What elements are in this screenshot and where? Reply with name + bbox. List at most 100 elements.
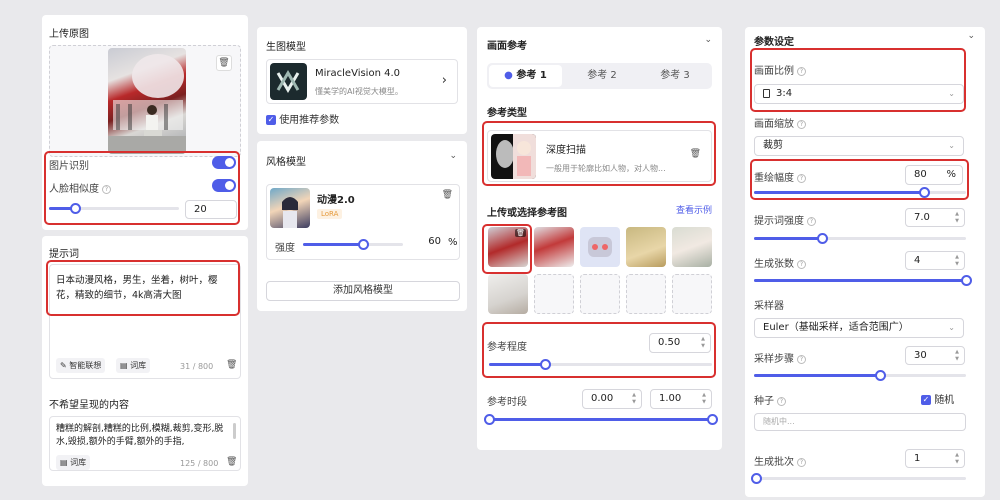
use-recommended[interactable]: ✓ 使用推荐参数 [266,111,339,126]
help-icon: ? [797,259,806,269]
model-desc: 懂美学的AI视觉大模型。 [315,87,403,96]
prompt-strength-slider[interactable] [754,233,966,244]
stepper-icon[interactable]: ▲ ▼ [630,392,638,406]
help-icon: ? [797,457,806,467]
negative-scrollbar[interactable] [233,423,236,439]
ref-period-end-input[interactable]: 1.00 ▲ ▼ [650,389,712,409]
checkbox-icon[interactable]: ✓ [921,395,931,405]
ref-type-title: 参考类型 [487,108,527,119]
scale-select[interactable]: 裁剪 ⌄ [754,136,964,156]
add-style-button[interactable]: 添加风格模型 [266,281,460,301]
model-logo [270,63,307,100]
clear-prompt-icon[interactable]: 🗑 [226,360,237,370]
highlight-box [44,151,240,225]
delete-style-icon[interactable]: 🗑 [442,190,453,200]
photo-illustration [108,54,186,154]
collapse-icon[interactable]: ⌄ [967,31,975,41]
count-label: 生成张数? [754,255,806,270]
count-input[interactable]: 4 ▲ ▼ [905,251,965,270]
stepper-icon[interactable]: ▲ ▼ [953,211,961,225]
tab-ref-3[interactable]: 参考 3 [640,65,710,87]
stepper-icon[interactable]: ▲ ▼ [700,392,708,406]
ref-thumb[interactable] [672,227,712,267]
style-model-title: 风格模型 [266,157,306,168]
lexicon-button[interactable]: ▤ 词库 [116,358,151,373]
style-card[interactable]: 动漫2.0 LoRA 🗑 强度 60 % [266,184,460,260]
highlight-box [750,48,966,112]
chevron-right-icon[interactable]: › [442,73,447,88]
empty-slot[interactable] [534,274,574,314]
percent-unit: % [448,237,458,248]
seed-label: 种子? [754,392,786,407]
ref-thumb[interactable] [580,227,620,267]
stepper-icon[interactable]: ▲ ▼ [953,452,961,466]
slider-handle[interactable] [751,473,762,484]
batch-slider[interactable] [751,473,966,484]
model-card[interactable]: MiracleVision 4.0 懂美学的AI视觉大模型。 › [266,59,458,104]
uploaded-photo [108,48,186,154]
checkbox-icon[interactable]: ✓ [266,115,276,125]
highlight-box [482,224,532,274]
empty-slot[interactable] [580,274,620,314]
ref-thumb[interactable] [534,227,574,267]
stepper-icon[interactable]: ▲ ▼ [953,254,961,268]
robot-illustration [588,237,612,257]
style-model-panel: 风格模型 ⌄ 动漫2.0 LoRA 🗑 强度 60 % 添加风格模型 [257,141,467,311]
model-name: MiracleVision 4.0 [315,68,400,79]
slider-fill [754,279,966,282]
slider-handle[interactable] [875,370,886,381]
help-icon: ? [807,216,816,226]
tab-ref-2[interactable]: 参考 2 [567,65,637,87]
empty-slot[interactable] [626,274,666,314]
negative-title: 不希望呈现的内容 [49,400,129,411]
prompt-strength-input[interactable]: 7.0 ▲ ▼ [905,208,965,227]
slider-end-handle[interactable] [707,414,718,425]
negative-count: 125 / 800 [180,459,219,468]
delete-image-icon[interactable]: 🗑 [216,55,232,71]
highlight-box [482,322,716,378]
negative-text[interactable]: 糟糕的解剖,糟糕的比例,模糊,裁剪,变形,脱水,毁损,额外的手臂,额外的手指, [56,423,226,449]
slider-handle[interactable] [961,275,972,286]
negative-lexicon-button[interactable]: ▤ 词库 [56,455,91,470]
ref-thumb[interactable] [626,227,666,267]
steps-input[interactable]: 30 ▲ ▼ [905,346,965,365]
slider-start-handle[interactable] [484,414,495,425]
clear-negative-icon[interactable]: 🗑 [226,457,237,467]
ref-title: 画面参考 [487,41,527,52]
slider-handle[interactable] [817,233,828,244]
stepper-icon[interactable]: ▲ ▼ [953,349,961,363]
upload-area[interactable]: 🗑 [49,45,241,157]
sampler-select[interactable]: Euler（基础采样，适合范围广） ⌄ [754,318,964,338]
ref-thumb[interactable] [488,274,528,314]
strength-slider[interactable] [303,239,403,250]
tab-ref-1[interactable]: ● 参考 1 [489,65,562,87]
slider-fill [303,243,363,246]
chevron-down-icon[interactable]: ⌄ [449,151,457,161]
prompt-strength-label: 提示词强度? [754,212,816,227]
anime-illustration [282,197,298,228]
prompt-count: 31 / 800 [180,362,214,371]
ref-tabs: ● 参考 1 参考 2 参考 3 [487,63,712,89]
empty-slot[interactable] [672,274,712,314]
slider-fill [754,374,880,377]
smart-assoc-button[interactable]: ✎ 智能联想 [56,358,106,373]
highlight-box [482,121,716,186]
batch-input[interactable]: 1 ▲ ▼ [905,449,965,468]
negative-box[interactable]: 糟糕的解剖,糟糕的比例,模糊,裁剪,变形,脱水,毁损,额外的手臂,额外的手指, … [49,416,241,471]
chevron-down-icon: ⌄ [948,323,955,332]
ref-period-slider[interactable] [484,414,718,425]
gen-model-title: 生图模型 [266,42,306,53]
view-examples-link[interactable]: 查看示例 [676,203,712,216]
help-icon: ? [797,354,806,364]
highlight-box [750,159,969,200]
ref-period-start-input[interactable]: 0.00 ▲ ▼ [582,389,642,409]
steps-slider[interactable] [754,370,966,381]
style-name: 动漫2.0 [317,195,355,206]
strength-label: 强度 [275,243,295,254]
slider-handle[interactable] [358,239,369,250]
seed-input[interactable]: 随机中... [754,413,966,431]
help-icon: ? [777,396,786,406]
collapse-icon[interactable]: ⌄ [704,35,712,45]
random-checkbox[interactable]: ✓ 随机 [921,391,954,406]
count-slider[interactable] [754,275,972,286]
